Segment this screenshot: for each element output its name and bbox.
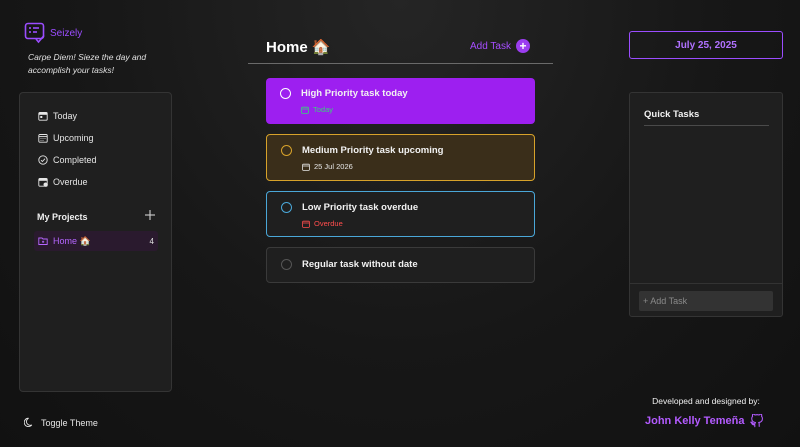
calendar-alert-icon [38, 178, 48, 187]
project-item-home[interactable]: Home 🏠 4 [34, 231, 158, 251]
task-date: Today [301, 105, 333, 114]
task-title: Low Priority task overdue [302, 202, 419, 213]
quick-tasks-footer-divider [630, 283, 782, 284]
task-checkbox[interactable] [281, 259, 292, 270]
task-checkbox[interactable] [281, 202, 292, 213]
app-tagline: Carpe Diem! Sieze the day and accomplish… [28, 52, 147, 75]
task-date-label: Overdue [314, 219, 343, 228]
add-project-icon[interactable] [144, 209, 156, 221]
sidebar-item-label: Overdue [53, 177, 88, 187]
task-title: High Priority task today [301, 88, 408, 99]
quick-tasks-panel: Quick Tasks [629, 92, 783, 317]
credits-author-link[interactable]: John Kelly Temeña [645, 414, 764, 428]
github-icon[interactable] [750, 414, 764, 428]
task-title: Regular task without date [302, 259, 418, 270]
task-checkbox[interactable] [280, 88, 291, 99]
calendar-icon [302, 220, 310, 228]
task-card[interactable]: Regular task without date [266, 247, 535, 283]
sidebar-item-label: Upcoming [53, 133, 94, 143]
task-date-label: Today [313, 105, 334, 114]
task-date-label: 25 Jul 2026 [314, 162, 353, 171]
page-title: Home 🏠 [266, 39, 331, 56]
calendar-icon [301, 106, 309, 114]
add-task-button[interactable]: Add Task + [470, 39, 530, 53]
task-card[interactable]: Low Priority task overdue Overdue [266, 191, 535, 237]
project-count: 4 [149, 237, 154, 246]
toggle-theme-label: Toggle Theme [41, 417, 98, 428]
app-name: Seizely [50, 27, 83, 39]
checklist-logo-icon [24, 22, 45, 44]
quick-tasks-title: Quick Tasks [644, 109, 700, 120]
author-name: John Kelly Temeña [645, 415, 745, 427]
header-divider [248, 63, 553, 64]
sidebar-item-overdue[interactable]: Overdue [38, 177, 88, 187]
sidebar-item-today[interactable]: Today [38, 111, 77, 121]
moon-icon [24, 417, 33, 427]
calendar-today-icon [38, 112, 48, 121]
current-date-button[interactable]: July 25, 2025 [629, 31, 783, 59]
plus-circle-icon: + [515, 39, 530, 53]
task-title: Medium Priority task upcoming [302, 145, 444, 156]
credits-label: Developed and designed by: [652, 396, 760, 406]
task-card[interactable]: High Priority task today Today [266, 78, 535, 124]
toggle-theme-button[interactable]: Toggle Theme [24, 417, 98, 428]
sidebar-item-label: Completed [53, 155, 97, 165]
check-circle-icon [38, 155, 48, 165]
project-label: Home 🏠 [53, 235, 91, 246]
projects-heading: My Projects [37, 212, 88, 222]
app-brand[interactable]: Seizely [24, 22, 82, 44]
folder-icon [38, 237, 48, 245]
sidebar-item-completed[interactable]: Completed [38, 155, 97, 165]
calendar-icon [302, 163, 310, 171]
add-task-label: Add Task [470, 40, 511, 52]
quick-add-task-input[interactable] [639, 291, 773, 311]
sidebar: Today Upcoming Completed Overdue My Proj… [19, 92, 172, 392]
task-card[interactable]: Medium Priority task upcoming 25 Jul 202… [266, 134, 535, 181]
task-checkbox[interactable] [281, 145, 292, 156]
calendar-week-icon [38, 134, 48, 143]
quick-tasks-divider [644, 125, 769, 126]
task-date: 25 Jul 2026 [302, 162, 353, 171]
sidebar-item-upcoming[interactable]: Upcoming [38, 133, 94, 143]
task-date: Overdue [302, 219, 343, 228]
sidebar-item-label: Today [53, 111, 78, 121]
